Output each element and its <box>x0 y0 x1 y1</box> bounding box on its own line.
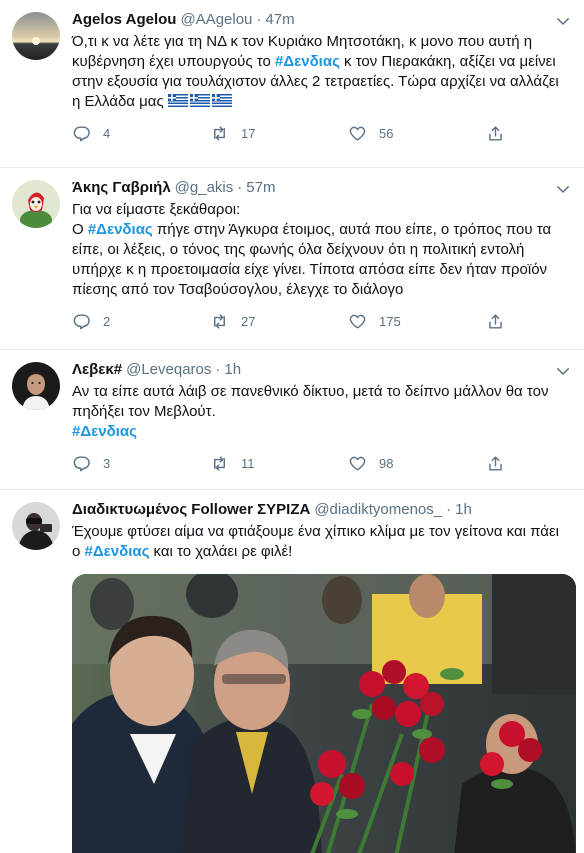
tweet-text: Για να είμαστε ξεκάθαροι: Ο #Δενδιας πήγ… <box>72 200 568 300</box>
tweet-actions: 3 11 98 <box>72 446 568 480</box>
timestamp[interactable]: 57m <box>246 178 275 198</box>
user-handle[interactable]: @AAgelou <box>180 10 252 30</box>
timestamp[interactable]: 1h <box>455 500 472 520</box>
reply-count: 4 <box>103 125 111 141</box>
reply-icon <box>73 455 90 471</box>
tweet-feed: Agelos Agelou @AAgelou · 47m Ό,τι κ να λ… <box>0 0 584 853</box>
share-button[interactable] <box>486 454 517 473</box>
retweet-button[interactable]: 11 <box>210 454 348 473</box>
display-name[interactable]: Λεβεκ# <box>72 360 122 380</box>
tweet-text-line: Αν τα είπε αυτά λάιβ σε πανεθνικό δίκτυο… <box>72 383 549 420</box>
separator-dot: · <box>237 179 243 196</box>
tweet-3[interactable]: Λεβεκ# @Leveqaros · 1h Αν τα είπε αυτά λ… <box>0 350 584 490</box>
share-icon <box>489 455 502 471</box>
retweet-count: 27 <box>241 313 256 329</box>
avatar[interactable] <box>12 180 60 228</box>
avatar[interactable] <box>12 362 60 410</box>
reply-count: 3 <box>103 455 111 471</box>
share-button[interactable] <box>486 124 517 143</box>
retweet-button[interactable]: 27 <box>210 312 348 331</box>
heart-icon <box>349 126 366 141</box>
tweet-1[interactable]: Agelos Agelou @AAgelou · 47m Ό,τι κ να λ… <box>0 0 584 168</box>
retweet-count: 17 <box>241 125 256 141</box>
separator-dot: · <box>446 501 452 518</box>
tweet-actions: 2 27 175 <box>72 304 568 338</box>
reply-button[interactable]: 2 <box>72 312 210 331</box>
hashtag-link[interactable]: #Δενδιας <box>275 53 340 70</box>
tweet-text-line: Για να είμαστε ξεκάθαροι: <box>72 201 241 218</box>
timestamp[interactable]: 1h <box>224 360 241 380</box>
separator-dot: · <box>256 11 262 28</box>
heart-icon <box>349 314 366 329</box>
reply-icon <box>73 313 90 329</box>
avatar[interactable] <box>12 502 60 550</box>
retweet-icon <box>214 125 225 141</box>
user-handle[interactable]: @diadiktyomenos_ <box>314 500 442 520</box>
chevron-down-icon[interactable] <box>554 362 572 380</box>
separator-dot: · <box>215 361 221 378</box>
like-count: 175 <box>379 313 401 329</box>
hashtag-link[interactable]: #Δενδιας <box>88 221 153 238</box>
tweet-text: Έχουμε φτύσει αίμα να φτιάξουμε ένα χίπι… <box>72 522 568 562</box>
hashtag-link[interactable]: #Δενδιας <box>72 423 137 440</box>
user-handle[interactable]: @Leveqaros <box>126 360 211 380</box>
share-icon <box>489 313 502 329</box>
tweet-actions: 4 17 56 <box>72 116 568 150</box>
like-button[interactable]: 98 <box>348 454 486 473</box>
heart-icon <box>349 456 366 471</box>
share-icon <box>489 125 502 141</box>
retweet-icon <box>214 455 225 471</box>
retweet-icon <box>214 313 225 329</box>
tweet-text: Αν τα είπε αυτά λάιβ σε πανεθνικό δίκτυο… <box>72 382 568 442</box>
display-name[interactable]: Διαδικτυωμένος Follower ΣΥΡΙΖΑ <box>72 500 310 520</box>
tweet-text-part: Ο <box>72 221 88 238</box>
reply-button[interactable]: 4 <box>72 124 210 143</box>
tweet-text-part: και το χαλάει ρε φιλέ! <box>149 543 293 560</box>
tweet-2[interactable]: Άκης Γαβριήλ @g_akis · 57m Για να είμαστ… <box>0 168 584 350</box>
like-button[interactable]: 175 <box>348 312 486 331</box>
retweet-count: 11 <box>241 455 255 471</box>
like-count: 98 <box>379 455 394 471</box>
timestamp[interactable]: 47m <box>265 10 294 30</box>
retweet-button[interactable]: 17 <box>210 124 348 143</box>
avatar[interactable] <box>12 12 60 60</box>
chevron-down-icon[interactable] <box>554 180 572 198</box>
reply-button[interactable]: 3 <box>72 454 210 473</box>
user-handle[interactable]: @g_akis <box>175 178 234 198</box>
like-button[interactable]: 56 <box>348 124 486 143</box>
chevron-down-icon[interactable] <box>554 12 572 30</box>
display-name[interactable]: Agelos Agelou <box>72 10 176 30</box>
display-name[interactable]: Άκης Γαβριήλ <box>72 178 171 198</box>
flag-greece-icon <box>167 93 234 110</box>
hashtag-link[interactable]: #Δενδιας <box>85 543 150 560</box>
reply-count: 2 <box>103 313 111 329</box>
share-button[interactable] <box>486 312 517 331</box>
like-count: 56 <box>379 125 394 141</box>
tweet-4[interactable]: Διαδικτυωμένος Follower ΣΥΡΙΖΑ @diadikty… <box>0 490 584 853</box>
tweet-photo[interactable] <box>72 574 576 853</box>
tweet-text: Ό,τι κ να λέτε για τη ΝΔ κ τον Κυριάκο Μ… <box>72 32 568 112</box>
reply-icon <box>73 125 90 141</box>
